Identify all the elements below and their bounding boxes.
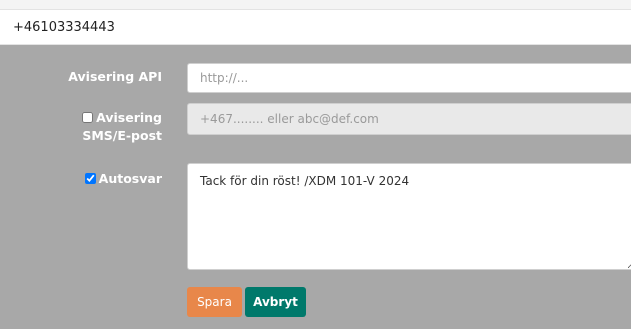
- autoreply-checkbox[interactable]: [84, 173, 96, 184]
- api-notification-label: Avisering API: [68, 69, 162, 84]
- autoreply-textarea[interactable]: Tack för din röst! /XDM 101-V 2024: [187, 163, 631, 270]
- number-header[interactable]: +46103334443: [0, 9, 631, 45]
- api-notification-input[interactable]: [187, 63, 631, 93]
- sms-notification-input[interactable]: [187, 103, 631, 135]
- top-strip: [0, 0, 631, 9]
- save-button[interactable]: Spara: [187, 287, 242, 317]
- sms-notification-checkbox[interactable]: [82, 112, 94, 123]
- autoreply-label[interactable]: Autosvar: [84, 170, 162, 188]
- settings-form-panel: Avisering API Avisering SMS/E-post Autos…: [0, 45, 631, 329]
- sms-notification-label-text: Avisering SMS/E-post: [82, 110, 162, 143]
- phone-number: +46103334443: [13, 20, 115, 35]
- autoreply-label-text: Autosvar: [98, 171, 162, 186]
- cancel-button[interactable]: Avbryt: [245, 287, 306, 317]
- sms-notification-label[interactable]: Avisering SMS/E-post: [32, 109, 162, 145]
